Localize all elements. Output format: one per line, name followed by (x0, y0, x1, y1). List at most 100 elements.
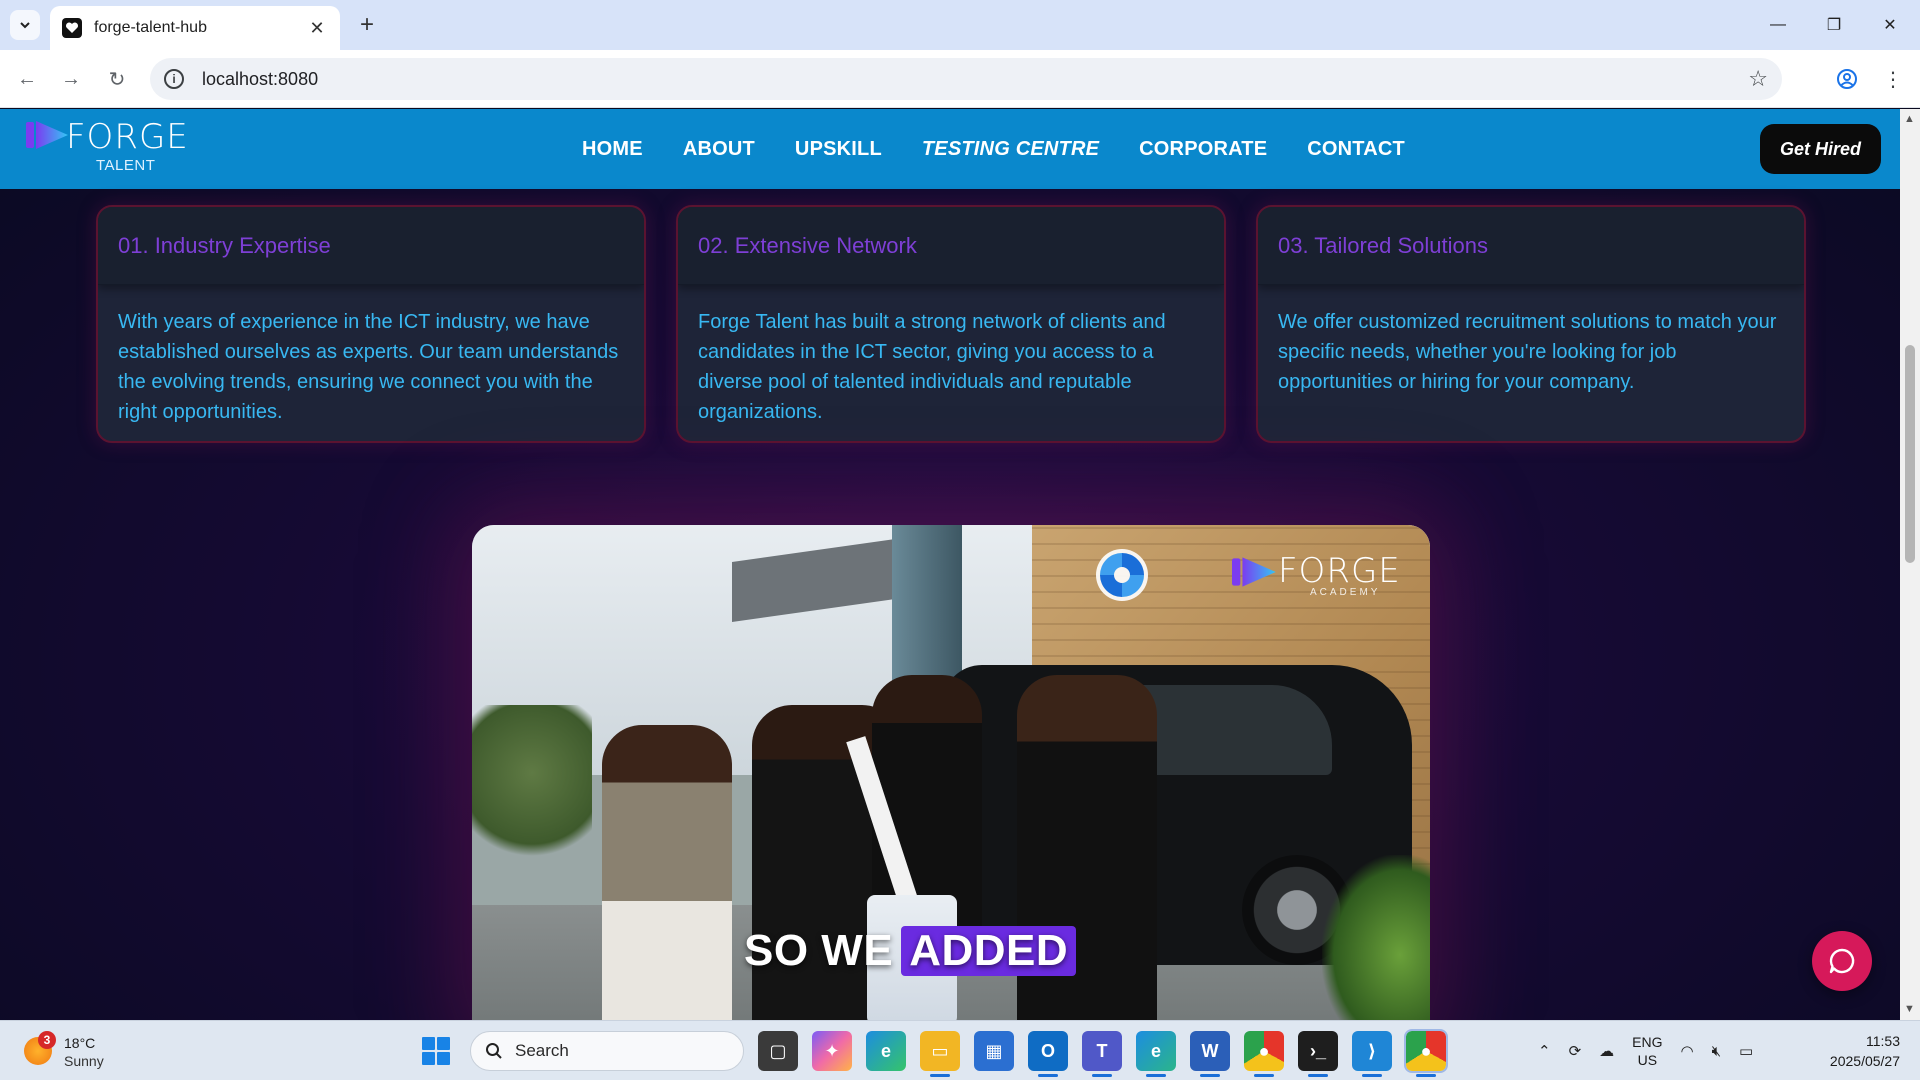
address-bar[interactable]: i localhost:8080 ☆ (150, 58, 1782, 100)
language-code: ENG (1632, 1034, 1663, 1050)
wifi-icon[interactable]: ◠ (1681, 1042, 1694, 1060)
copilot-icon[interactable]: ✦ (812, 1031, 852, 1071)
windows-start-icon[interactable] (416, 1031, 456, 1071)
nav-testing-centre[interactable]: TESTING CENTRE (922, 138, 1099, 161)
onedrive-icon[interactable]: ☁ (1599, 1042, 1614, 1060)
edge-icon[interactable]: e (866, 1031, 906, 1071)
tab-title: forge-talent-hub (94, 19, 207, 36)
word-icon[interactable]: W (1190, 1031, 1230, 1077)
get-hired-button[interactable]: Get Hired (1760, 124, 1881, 174)
promo-video[interactable]: FORGE ACADEMY SO WE ADDED (472, 525, 1430, 1020)
card-title: 02. Extensive Network (698, 232, 917, 258)
video-scene-bush (1322, 855, 1430, 1020)
main-nav: HOME ABOUT UPSKILL TESTING CENTRE CORPOR… (582, 109, 1405, 189)
task-view-icon[interactable]: ▢ (758, 1031, 798, 1071)
region-code: US (1637, 1052, 1658, 1068)
profile-button[interactable] (1830, 62, 1864, 96)
scrollbar-thumb[interactable] (1905, 345, 1915, 563)
browser-toolbar: ← → ↻ i localhost:8080 ☆ ⋮ (0, 50, 1920, 108)
outlook-icon[interactable]: O (1028, 1031, 1068, 1077)
browser-menu-button[interactable]: ⋮ (1876, 62, 1910, 96)
video-scene-trees (472, 705, 592, 875)
chrome-icon[interactable]: ● (1244, 1031, 1284, 1077)
feature-cards: 01. Industry Expertise With years of exp… (96, 205, 1806, 455)
reload-icon: ↻ (108, 68, 126, 91)
arrow-right-icon: → (61, 67, 81, 90)
volume-muted-icon[interactable]: 🔇︎ (1712, 1043, 1721, 1060)
restore-button[interactable]: ❐ (1806, 0, 1862, 50)
nav-about[interactable]: ABOUT (683, 138, 755, 161)
reload-button[interactable]: ↻ (100, 62, 134, 96)
battery-icon[interactable]: ▭ (1739, 1042, 1753, 1060)
page-scrollbar[interactable]: ▲ ▼ (1900, 109, 1920, 1020)
tab-search-dropdown[interactable] (10, 10, 40, 40)
card-body: Forge Talent has built a strong network … (698, 311, 1166, 423)
video-caption: SO WE ADDED (744, 923, 1077, 979)
forward-button[interactable]: → (54, 62, 88, 96)
minimize-button[interactable]: — (1750, 0, 1806, 50)
kebab-menu-icon: ⋮ (1883, 68, 1903, 91)
weather-temperature: 18°C (64, 1035, 96, 1051)
chat-button[interactable] (1812, 931, 1872, 991)
chrome-active-icon[interactable]: ● (1404, 1029, 1448, 1077)
nav-home[interactable]: HOME (582, 138, 643, 161)
terminal-icon[interactable]: ›_ (1298, 1031, 1338, 1077)
system-tray: ⌃ ⟳ ☁ ENG US ◠ 🔇︎ ▭ (1538, 1029, 1753, 1073)
store-icon[interactable]: ▦ (974, 1031, 1014, 1071)
swirl-logo-icon (1096, 549, 1148, 601)
clock-date: 2025/05/27 (1829, 1053, 1900, 1069)
nav-upskill[interactable]: UPSKILL (795, 138, 882, 161)
card-header: 03. Tailored Solutions (1258, 207, 1804, 285)
profile-icon (1837, 69, 1857, 89)
back-button[interactable]: ← (10, 62, 44, 96)
card-body: With years of experience in the ICT indu… (118, 311, 619, 423)
sync-icon[interactable]: ⟳ (1569, 1042, 1582, 1060)
feature-card: 02. Extensive Network Forge Talent has b… (676, 205, 1226, 443)
weather-badge: 3 (38, 1031, 56, 1049)
card-header: 02. Extensive Network (678, 207, 1224, 285)
taskbar-apps: Search ▢ ✦ e ▭ ▦ O T e W ● ›_ ⟩ ● (416, 1027, 1448, 1077)
overlay-logo-subtext: ACADEMY (1310, 587, 1381, 598)
search-label: Search (515, 1041, 569, 1060)
language-indicator[interactable]: ENG US (1632, 1033, 1662, 1069)
taskbar-clock[interactable]: 11:53 2025/05/27 (1800, 1031, 1900, 1071)
card-title: 03. Tailored Solutions (1278, 232, 1488, 258)
clock-time: 11:53 (1866, 1033, 1900, 1049)
feature-card: 03. Tailored Solutions We offer customiz… (1256, 205, 1806, 443)
teams-icon[interactable]: T (1082, 1031, 1122, 1077)
caption-text: SO WE (744, 926, 894, 975)
arrow-left-icon: ← (17, 67, 37, 90)
logo-subtext: TALENT (96, 157, 156, 174)
nav-corporate[interactable]: CORPORATE (1139, 138, 1267, 161)
edge-dev-icon[interactable]: e (1136, 1031, 1176, 1077)
site-info-icon[interactable]: i (164, 69, 184, 89)
logo-text: FORGE (66, 117, 189, 157)
forge-academy-logo: FORGE ACADEMY (1232, 549, 1412, 599)
card-title: 01. Industry Expertise (118, 232, 331, 258)
scroll-down-arrow-icon[interactable]: ▼ (1904, 1003, 1915, 1015)
file-explorer-icon[interactable]: ▭ (920, 1031, 960, 1077)
browser-tab-active[interactable]: forge-talent-hub ✕ (50, 6, 340, 50)
close-window-button[interactable]: ✕ (1862, 0, 1918, 50)
weather-widget[interactable]: 3 18°C Sunny (24, 1029, 124, 1073)
video-person (602, 725, 732, 1020)
forge-talent-logo[interactable]: FORGE TALENT (26, 115, 188, 177)
heart-favicon-icon (62, 18, 82, 38)
address-url[interactable]: localhost:8080 (202, 69, 1748, 90)
tab-close-icon[interactable]: ✕ (306, 18, 328, 39)
chat-bubble-icon (1829, 948, 1855, 974)
new-tab-button[interactable]: + (352, 10, 382, 40)
vscode-icon[interactable]: ⟩ (1352, 1031, 1392, 1077)
forge-logo-mark-icon (1232, 557, 1276, 587)
nav-contact[interactable]: CONTACT (1307, 138, 1405, 161)
card-header: 01. Industry Expertise (98, 207, 644, 285)
os-taskbar: 3 18°C Sunny Search ▢ ✦ e ▭ ▦ O T e W ● … (0, 1020, 1920, 1080)
taskbar-search[interactable]: Search (470, 1031, 744, 1071)
feature-card: 01. Industry Expertise With years of exp… (96, 205, 646, 443)
scroll-up-arrow-icon[interactable]: ▲ (1904, 113, 1915, 125)
chevron-up-icon[interactable]: ⌃ (1538, 1042, 1551, 1060)
bookmark-star-icon[interactable]: ☆ (1748, 66, 1768, 92)
site-header: FORGE TALENT HOME ABOUT UPSKILL TESTING … (0, 109, 1900, 189)
caption-highlight: ADDED (901, 926, 1077, 976)
browser-tab-bar: forge-talent-hub ✕ + — ❐ ✕ (0, 0, 1920, 50)
